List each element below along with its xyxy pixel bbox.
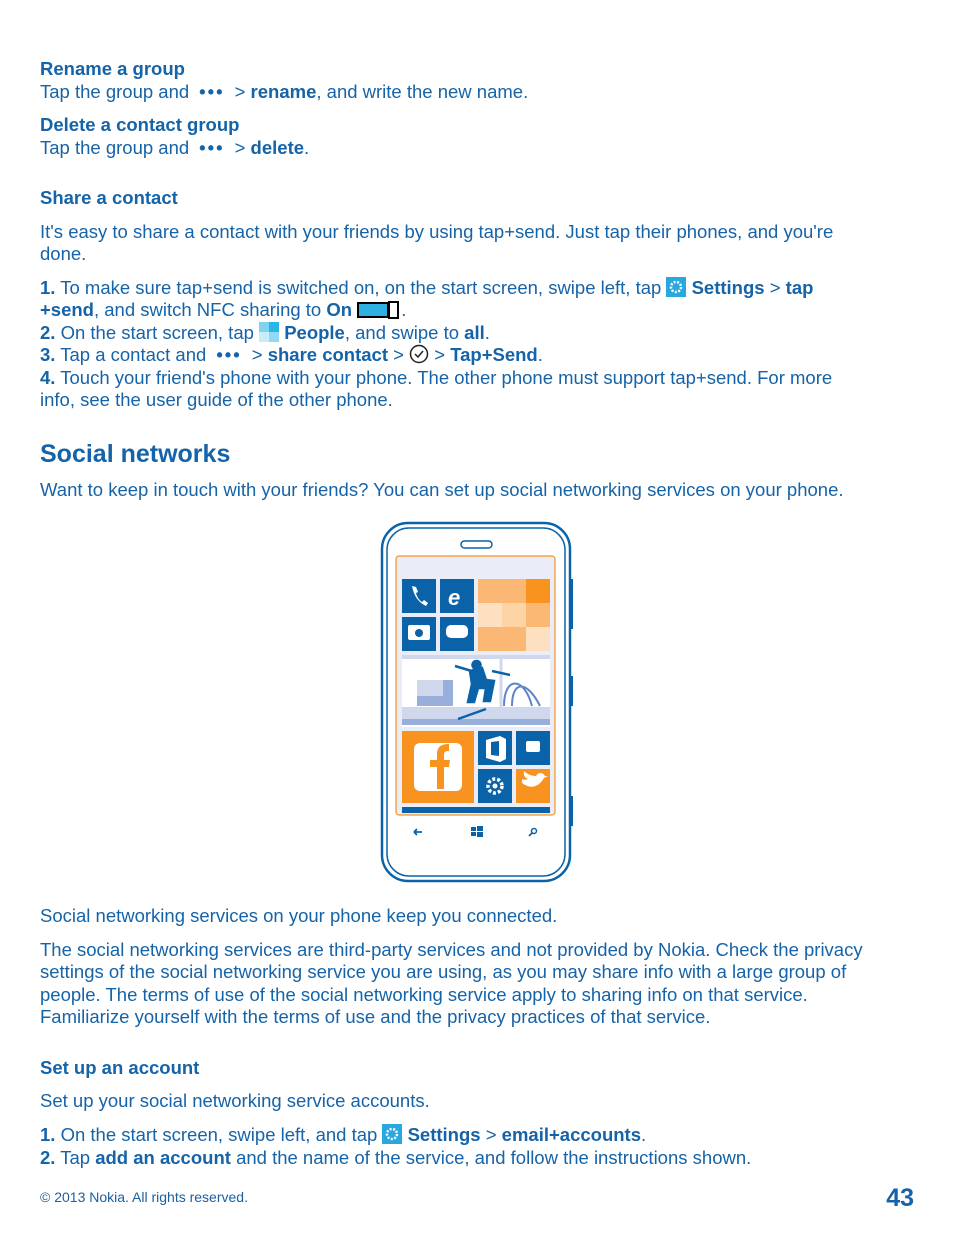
copyright: © 2013 Nokia. All rights reserved.: [40, 1189, 248, 1205]
text: .: [401, 299, 407, 320]
text: >: [234, 137, 246, 158]
email-accounts-term: email+accounts: [501, 1124, 641, 1145]
text: , and swipe to: [344, 322, 460, 343]
privacy-paragraph: The social networking services are third…: [40, 939, 863, 960]
more-icon: •••: [199, 81, 225, 102]
checkmark-circle-icon: [409, 344, 429, 369]
share-intro: done.: [40, 243, 87, 264]
text: >: [769, 277, 781, 298]
text: Touch your friend's phone with your phon…: [60, 367, 833, 388]
settings-icon: [666, 277, 687, 302]
text: .: [537, 344, 543, 365]
people-term: People: [284, 322, 345, 343]
heading-rename-group: Rename a group: [40, 58, 185, 79]
text: , and write the new name.: [316, 81, 529, 102]
share-intro: It's easy to share a contact with your f…: [40, 221, 834, 242]
delete-term: delete: [250, 137, 305, 158]
account-intro: Set up your social networking service ac…: [40, 1090, 430, 1111]
tap-send-term: +send: [40, 299, 94, 320]
text: On the start screen, tap: [60, 322, 254, 343]
share-step-3: 3. Tap a contact and ••• > share contact >…: [40, 344, 543, 369]
share-step-4: 4. Touch your friend's phone with your p…: [40, 367, 832, 389]
text: and the name of the service, and follow …: [236, 1147, 752, 1168]
text: >: [393, 344, 404, 365]
more-icon: •••: [199, 137, 225, 158]
text: >: [434, 344, 446, 365]
settings-term: Settings: [691, 277, 765, 298]
on-term: On: [326, 299, 353, 320]
share-step-1-cont: +send, and switch NFC sharing to On .: [40, 299, 406, 324]
text: >: [251, 344, 263, 365]
privacy-paragraph: Familiarize yourself with the terms of u…: [40, 1006, 711, 1027]
text: On the start screen, swipe left, and tap: [60, 1124, 378, 1145]
phone-illustration: e: [380, 521, 574, 888]
add-account-term: add an account: [95, 1147, 231, 1168]
more-icon: •••: [216, 344, 242, 365]
tap-send-term: tap: [785, 277, 814, 298]
toggle-on-icon: [357, 301, 401, 324]
step-number: 2.: [40, 322, 56, 343]
heading-social-networks: Social networks: [40, 440, 231, 468]
settings-icon: [382, 1124, 403, 1149]
text: To make sure tap+send is switched on, on…: [60, 277, 662, 298]
social-intro: Want to keep in touch with your friends?…: [40, 479, 844, 500]
heading-share-contact: Share a contact: [40, 187, 178, 208]
text: Tap the group and: [40, 137, 190, 158]
tap-send-term: Tap+Send: [450, 344, 538, 365]
text: >: [485, 1124, 497, 1145]
step-number: 1.: [40, 277, 56, 298]
share-contact-term: share contact: [267, 344, 388, 365]
step-number: 3.: [40, 344, 56, 365]
text: .: [304, 137, 310, 158]
page-number: 43: [886, 1184, 914, 1212]
manual-page: Rename a group Tap the group and ••• > ren…: [0, 0, 954, 1258]
text: Tap a contact and: [60, 344, 207, 365]
account-step-2: 2. Tap add an account and the name of th…: [40, 1147, 751, 1169]
step-number: 1.: [40, 1124, 56, 1145]
text: Tap the group and: [40, 81, 190, 102]
heading-set-up-account: Set up an account: [40, 1057, 200, 1078]
rename-instructions: Tap the group and ••• > rename, and write …: [40, 81, 528, 103]
step-number: 2.: [40, 1147, 56, 1168]
all-term: all: [464, 322, 485, 343]
settings-term: Settings: [407, 1124, 481, 1145]
account-step-1: 1. On the start screen, swipe left, and …: [40, 1124, 646, 1149]
figure-caption: Social networking services on your phone…: [40, 905, 558, 926]
privacy-paragraph: people. The terms of use of the social n…: [40, 984, 808, 1005]
share-step-4-cont: info, see the user guide of the other ph…: [40, 389, 393, 410]
text: Tap: [60, 1147, 91, 1168]
rename-term: rename: [250, 81, 317, 102]
delete-instructions: Tap the group and ••• > delete.: [40, 137, 309, 159]
step-number: 4.: [40, 367, 56, 388]
heading-delete-group: Delete a contact group: [40, 114, 240, 135]
text: .: [641, 1124, 647, 1145]
privacy-paragraph: settings of the social networking servic…: [40, 961, 847, 982]
text: , and switch NFC sharing to: [93, 299, 322, 320]
svg-text:e: e: [448, 585, 460, 610]
text: .: [484, 322, 490, 343]
text: >: [234, 81, 246, 102]
